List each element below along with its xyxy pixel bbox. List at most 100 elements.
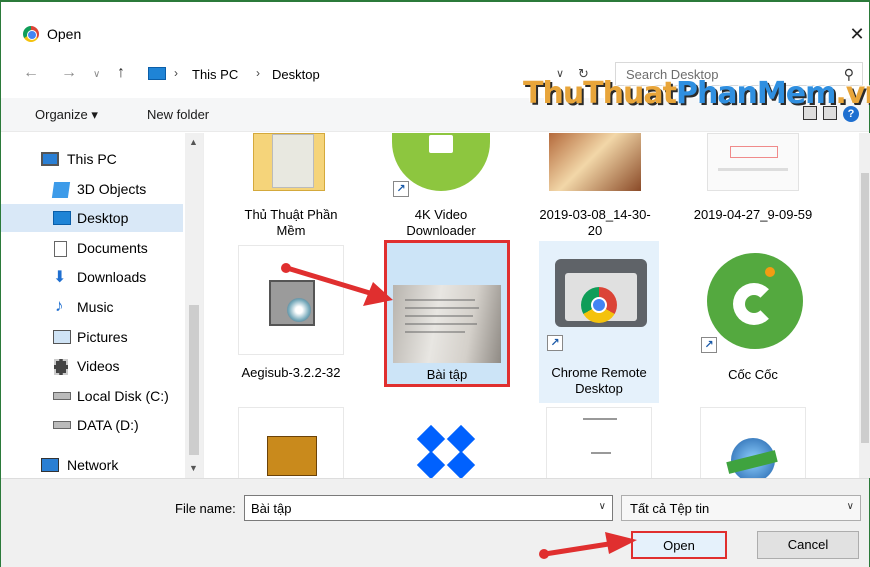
watermark-logo: ThuThuatPhanMem.vn (523, 76, 870, 111)
breadcrumb-desktop[interactable]: Desktop (272, 67, 320, 82)
file-name-label: File name: (175, 501, 236, 516)
scroll-down-icon[interactable]: ▼ (189, 463, 198, 473)
sidebar-item-downloads[interactable]: ⬇ Downloads (1, 263, 183, 291)
image-thumbnail (707, 133, 799, 191)
open-file-dialog: Open ✕ ← → ∨ ↑ › This PC › Desktop ∨ ↻ S… (0, 0, 870, 567)
file-type-value: Tất cả Tệp tin (630, 501, 710, 516)
sidebar-item-data-drive[interactable]: DATA (D:) (1, 411, 183, 439)
file-item-dropbox[interactable] (387, 405, 507, 478)
sidebar-item-label: Videos (77, 358, 120, 374)
file-item-aegisub[interactable]: Aegisub-3.2.2-32 (231, 243, 351, 391)
file-name: Cốc Cốc (728, 367, 778, 382)
organize-button[interactable]: Organize ▾ (35, 107, 98, 123)
sidebar-item-this-pc[interactable]: This PC (1, 145, 183, 173)
sidebar-scroll-thumb[interactable] (189, 305, 199, 455)
shortcut-arrow-icon: ↗ (701, 337, 717, 353)
network-icon (41, 458, 59, 472)
file-name: Chrome Remote Desktop (551, 365, 647, 396)
sidebar-item-desktop[interactable]: Desktop (1, 204, 183, 232)
back-arrow-icon[interactable]: ← (23, 64, 39, 82)
sidebar-item-pictures[interactable]: Pictures (1, 323, 183, 351)
3d-objects-icon (51, 182, 71, 198)
videos-icon (54, 359, 68, 375)
image-thumbnail (549, 133, 641, 191)
chevron-down-icon[interactable]: ∨ (847, 501, 854, 512)
close-button[interactable]: ✕ (847, 24, 867, 44)
file-item-bai-tap[interactable]: Bài tập (384, 240, 510, 387)
file-item-coc-coc[interactable]: ↗ Cốc Cốc (693, 243, 813, 391)
dialog-title: Open (47, 26, 82, 42)
file-list: Thủ Thuật Phần Mềm ↗ 4K Video Downloader… (205, 133, 869, 478)
file-list-scroll-thumb[interactable] (861, 173, 869, 443)
pc-icon (41, 152, 59, 166)
shortcut-arrow-icon: ↗ (393, 181, 409, 197)
breadcrumb-separator: › (174, 66, 178, 80)
sidebar-scrollbar[interactable]: ▲ ▼ (185, 133, 203, 478)
file-name: 2019-04-27_9-09-59 (693, 207, 813, 222)
forward-arrow-icon[interactable]: → (61, 64, 77, 82)
file-item-idm[interactable] (693, 405, 813, 478)
file-name: Bài tập (426, 367, 468, 382)
file-item-folder[interactable]: Thủ Thuật Phần Mềm (231, 133, 351, 243)
folder-icon (253, 133, 325, 191)
coc-coc-icon (707, 253, 803, 349)
drive-icon (53, 421, 71, 429)
breadcrumb-separator: › (256, 66, 260, 80)
file-name: 4K Video Downloader (406, 207, 476, 238)
sidebar-item-label: 3D Objects (77, 181, 147, 197)
file-item-screenshot-1[interactable]: 2019-03-08_14-30-20 (535, 133, 655, 243)
installer-icon (238, 245, 344, 355)
document-photo-thumbnail (393, 285, 501, 363)
breadcrumb-this-pc[interactable]: This PC (192, 67, 238, 82)
file-item-screenshot-2[interactable]: 2019-04-27_9-09-59 (693, 133, 813, 243)
chrome-remote-desktop-icon (555, 259, 647, 327)
scroll-up-icon[interactable]: ▲ (189, 137, 198, 147)
desktop-folder-icon (148, 67, 166, 80)
sidebar-item-local-disk[interactable]: Local Disk (C:) (1, 382, 183, 410)
cancel-button[interactable]: Cancel (757, 531, 859, 559)
sidebar-item-label: Pictures (77, 329, 128, 345)
recent-locations-dropdown-icon[interactable]: ∨ (93, 69, 100, 80)
file-name-value[interactable]: Bài tập (251, 501, 291, 516)
up-arrow-icon[interactable]: ↑ (117, 64, 125, 82)
file-type-select[interactable]: Tất cả Tệp tin ∨ (621, 495, 861, 521)
title-bar: Open ✕ (1, 2, 869, 44)
sidebar-item-network[interactable]: Network (1, 451, 183, 479)
sidebar-item-documents[interactable]: Documents (1, 234, 183, 262)
navigation-pane: This PC 3D Objects Desktop Documents ⬇ D… (1, 133, 204, 478)
sidebar-item-videos[interactable]: Videos (1, 352, 183, 380)
pictures-icon (53, 330, 71, 344)
desktop-icon (53, 211, 71, 225)
downloads-icon: ⬇ (53, 269, 67, 286)
sidebar-item-3d-objects[interactable]: 3D Objects (1, 175, 183, 203)
game-icon (238, 407, 344, 478)
shortcut-arrow-icon: ↗ (547, 335, 563, 351)
sidebar-item-label: Desktop (77, 210, 129, 226)
file-item-document[interactable] (539, 405, 659, 478)
file-item-chrome-remote-desktop[interactable]: ↗ Chrome Remote Desktop (539, 241, 659, 403)
file-name: 2019-03-08_14-30-20 (539, 207, 651, 238)
file-list-scrollbar[interactable] (859, 133, 870, 478)
file-name: Thủ Thuật Phần Mềm (244, 207, 338, 238)
sidebar-item-label: Local Disk (C:) (77, 388, 169, 404)
sidebar-item-label: Music (77, 299, 114, 315)
dialog-footer: File name: Bài tập ∨ Tất cả Tệp tin ∨ Op… (1, 478, 869, 567)
file-item-game[interactable] (231, 405, 351, 478)
chevron-down-icon[interactable]: ∨ (599, 501, 606, 512)
sidebar-item-music[interactable]: ♪ Music (1, 293, 183, 321)
new-folder-button[interactable]: New folder (147, 107, 209, 122)
sidebar-item-label: This PC (67, 151, 117, 167)
chrome-icon (23, 26, 39, 42)
open-button[interactable]: Open (631, 531, 727, 559)
idm-icon (700, 407, 806, 478)
drive-icon (53, 392, 71, 400)
sidebar-item-label: Network (67, 457, 119, 473)
file-name-field[interactable]: Bài tập ∨ (244, 495, 613, 521)
music-icon: ♪ (55, 296, 64, 315)
documents-icon (54, 241, 67, 257)
file-item-4k-video-downloader[interactable]: ↗ 4K Video Downloader (381, 133, 501, 243)
file-name: Aegisub-3.2.2-32 (241, 365, 341, 380)
sidebar-item-label: Downloads (77, 269, 147, 285)
sidebar-item-label: DATA (D:) (77, 417, 139, 433)
sidebar-item-label: Documents (77, 240, 148, 256)
